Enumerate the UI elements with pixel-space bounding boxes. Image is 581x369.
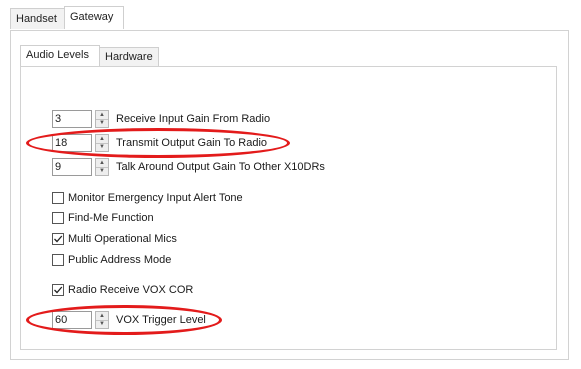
vox-trigger-level-field[interactable]: 60 bbox=[52, 311, 92, 329]
checkbox-label: Multi Operational Mics bbox=[68, 233, 177, 245]
talk-around-output-gain-label: Talk Around Output Gain To Other X10DRs bbox=[116, 161, 325, 173]
vox-trigger-level-label: VOX Trigger Level bbox=[116, 314, 206, 326]
checkmark-icon bbox=[54, 235, 63, 243]
tab-hardware[interactable]: Hardware bbox=[99, 47, 159, 66]
transmit-output-gain-label: Transmit Output Gain To Radio bbox=[116, 137, 268, 149]
checkbox-box[interactable] bbox=[52, 212, 64, 224]
talk-around-output-gain-spinner[interactable]: ▲ ▼ bbox=[95, 158, 109, 176]
receive-input-gain-spinner[interactable]: ▲ ▼ bbox=[95, 110, 109, 128]
tab-gateway-label: Gateway bbox=[70, 11, 114, 23]
spin-down-icon[interactable]: ▼ bbox=[96, 167, 108, 175]
checkmark-icon bbox=[54, 286, 63, 294]
checkbox-label: Radio Receive VOX COR bbox=[68, 284, 194, 296]
tab-handset[interactable]: Handset bbox=[10, 8, 65, 29]
talk-around-output-gain-field[interactable]: 9 bbox=[52, 158, 92, 176]
spin-down-icon[interactable]: ▼ bbox=[96, 143, 108, 151]
checkbox-box[interactable] bbox=[52, 254, 64, 266]
checkbox-box[interactable] bbox=[52, 284, 64, 296]
receive-input-gain-field[interactable]: 3 bbox=[52, 110, 92, 128]
transmit-output-gain-spinner[interactable]: ▲ ▼ bbox=[95, 134, 109, 152]
audio-levels-panel bbox=[20, 66, 557, 350]
transmit-output-gain-field[interactable]: 18 bbox=[52, 134, 92, 152]
receive-input-gain-label: Receive Input Gain From Radio bbox=[116, 113, 271, 125]
tab-gateway[interactable]: Gateway bbox=[64, 6, 124, 29]
checkbox-label: Monitor Emergency Input Alert Tone bbox=[68, 192, 243, 204]
spin-down-icon[interactable]: ▼ bbox=[96, 119, 108, 127]
tab-audio-levels[interactable]: Audio Levels bbox=[20, 45, 100, 66]
checkbox-box[interactable] bbox=[52, 233, 64, 245]
checkbox-label: Public Address Mode bbox=[68, 254, 172, 266]
checkbox-box[interactable] bbox=[52, 192, 64, 204]
tab-audio-levels-label: Audio Levels bbox=[26, 49, 89, 61]
tab-handset-label: Handset bbox=[16, 13, 57, 25]
vox-trigger-level-spinner[interactable]: ▲ ▼ bbox=[95, 311, 109, 329]
tab-hardware-label: Hardware bbox=[105, 51, 153, 63]
spin-down-icon[interactable]: ▼ bbox=[96, 320, 108, 328]
checkbox-label: Find-Me Function bbox=[68, 212, 154, 224]
